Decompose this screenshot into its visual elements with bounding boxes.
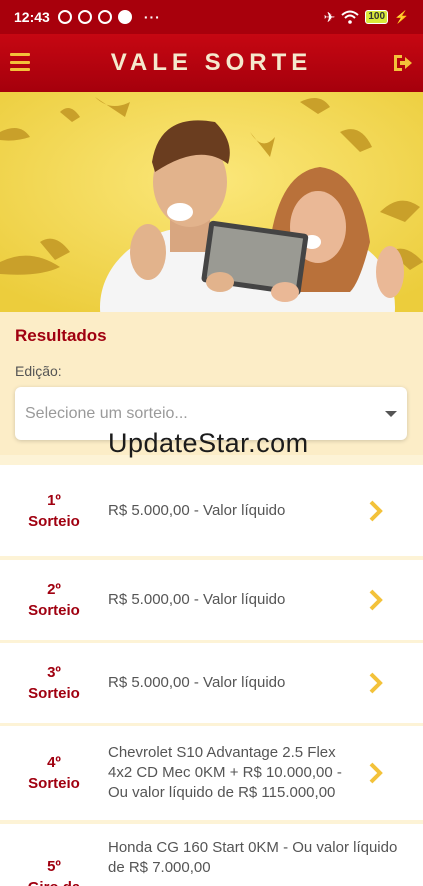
- draw-number: 1º Sorteio: [28, 491, 80, 530]
- app-logo: VALE SORTE: [110, 49, 313, 76]
- draw-row[interactable]: 3º Sorteio R$ 5.000,00 - Valor líquido: [0, 643, 423, 723]
- app-bar: VALE SORTE: [0, 34, 423, 92]
- draw-number: 3º Sorteio: [28, 664, 80, 702]
- status-bar: 12:43 ··· ✈ 100 ⚡: [0, 0, 423, 34]
- results-title: Resultados: [15, 326, 107, 345]
- watermark: UpdateStar.com: [108, 428, 309, 458]
- chevron-right-icon: [369, 500, 383, 521]
- draw-prize: R$ 5.000,00 - Valor líquido: [108, 591, 286, 608]
- status-time: 12:43: [14, 9, 50, 25]
- check-icon: [117, 10, 132, 24]
- draw-prize: R$ 5.000,00 - Valor líquido: [108, 501, 286, 519]
- draw-select-placeholder: Selecione um sorteio...: [25, 404, 188, 422]
- logout-icon[interactable]: [391, 52, 413, 74]
- battery-icon: 100: [365, 10, 389, 24]
- draw-prize: R$ 5.000,00 - Valor líquido: [108, 674, 286, 691]
- draw-prize: Honda CG 160 Start 0KM - Ou valor líquid…: [108, 839, 398, 876]
- draw-row[interactable]: 5ºGiro da Honda CG 160 Start 0KM - Ou va…: [0, 824, 423, 886]
- notification-icon: [97, 10, 112, 24]
- draw-number: 2º Sorteio: [28, 581, 80, 619]
- hero-banner: [0, 92, 423, 312]
- draw-row[interactable]: 1º Sorteio R$ 5.000,00 - Valor líquido: [0, 465, 423, 556]
- draw-prize: Chevrolet S10 Advantage 2.5 Flex 4x2 CD …: [108, 744, 342, 801]
- airplane-mode-icon: ✈: [323, 8, 336, 25]
- menu-icon[interactable]: [10, 53, 30, 71]
- wifi-icon: [341, 10, 360, 24]
- draw-number: 4º Sorteio: [28, 754, 80, 792]
- notification-icon: [77, 10, 92, 24]
- charging-icon: ⚡: [394, 10, 409, 24]
- status-right: ✈ 100 ⚡: [324, 9, 409, 26]
- draw-row[interactable]: 4º Sorteio Chevrolet S10 Advantage 2.5 Fl…: [0, 726, 423, 820]
- chevron-right-icon: [369, 762, 383, 784]
- chevron-right-icon: [369, 672, 383, 694]
- notification-icon: [57, 10, 72, 24]
- more-notifications-icon: ···: [143, 9, 161, 25]
- dropdown-caret-icon: [385, 410, 397, 417]
- chevron-right-icon: [369, 589, 383, 611]
- draw-number: 5ºGiro da: [28, 858, 81, 886]
- draw-row[interactable]: 2º Sorteio R$ 5.000,00 - Valor líquido: [0, 560, 423, 640]
- hero-image: [0, 92, 423, 312]
- edition-label: Edição:: [15, 363, 62, 379]
